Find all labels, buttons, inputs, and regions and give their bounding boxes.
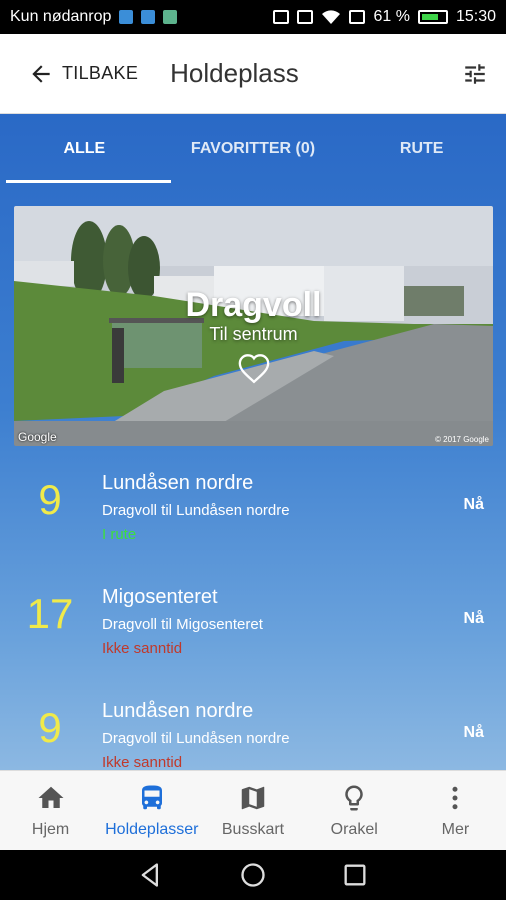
- notification-icon: [119, 10, 134, 24]
- nav-label: Orakel: [330, 820, 378, 838]
- departure-time: Nå: [463, 724, 484, 741]
- nav-holdeplasser[interactable]: Holdeplasser: [101, 771, 202, 850]
- departure-row[interactable]: 17 Migosenteret Dragvoll til Migosentere…: [0, 576, 506, 690]
- vibrate-icon: [297, 10, 314, 24]
- more-vertical-icon: [452, 786, 458, 809]
- departure-time: Nå: [463, 610, 484, 627]
- sim-icon: [349, 10, 366, 24]
- line-number: 17: [26, 590, 74, 637]
- status-bar: Kun nødanrop 61 % 15:30: [0, 0, 506, 34]
- line-number: 9: [38, 476, 62, 523]
- clock: 15:30: [455, 8, 496, 25]
- page-title: Holdeplass: [170, 58, 299, 88]
- departure-row[interactable]: 9 Lundåsen nordre Dragvoll til Lundåsen …: [0, 462, 506, 576]
- tab-favoritter[interactable]: FAVORITTER (0): [169, 114, 338, 184]
- tab-indicator: [6, 180, 171, 183]
- back-button[interactable]: TILBAKE: [28, 61, 138, 87]
- stop-direction: Til sentrum: [209, 324, 298, 344]
- system-recents-icon[interactable]: [341, 861, 369, 889]
- nav-mer[interactable]: Mer: [405, 771, 506, 850]
- departure-status: Ikke sanntid: [102, 754, 183, 770]
- nav-orakel[interactable]: Orakel: [304, 771, 405, 850]
- departure-destination: Lundåsen nordre: [102, 472, 254, 494]
- battery-percent: 61 %: [373, 8, 410, 25]
- departure-destination: Lundåsen nordre: [102, 700, 254, 722]
- departure-route: Dragvoll til Lundåsen nordre: [102, 502, 290, 519]
- departure-route: Dragvoll til Migosenteret: [102, 616, 263, 633]
- nav-hjem[interactable]: Hjem: [0, 771, 101, 850]
- departure-status: I rute: [102, 526, 137, 543]
- lightbulb-icon: [345, 785, 363, 810]
- nav-label: Mer: [441, 820, 470, 838]
- nav-busskart[interactable]: Busskart: [202, 771, 303, 850]
- map-icon: [241, 786, 265, 809]
- nav-label: Hjem: [31, 820, 70, 838]
- line-number: 9: [38, 704, 62, 751]
- system-back-icon[interactable]: [137, 861, 165, 889]
- system-home-icon[interactable]: [239, 861, 267, 889]
- arrow-back-icon: [32, 64, 50, 83]
- nav-label: Holdeplasser: [105, 820, 199, 838]
- stop-overlay: Dragvoll Til sentrum: [14, 286, 493, 388]
- stop-card[interactable]: Dragvoll Til sentrum Google © 2017 Googl…: [14, 206, 493, 446]
- departure-status: Ikke sanntid: [102, 640, 183, 657]
- gallery-icon: [163, 10, 178, 24]
- system-navigation: [0, 850, 506, 900]
- wifi-icon: [322, 10, 341, 24]
- nav-label: Busskart: [221, 820, 285, 838]
- tune-icon[interactable]: [462, 61, 488, 87]
- bottom-navigation: Hjem Holdeplasser Busskart Orakel Mer: [0, 770, 506, 850]
- app-bar: TILBAKE Holdeplass: [0, 34, 506, 114]
- bus-icon: [141, 785, 162, 809]
- stop-name: Dragvoll: [185, 286, 322, 324]
- back-label: TILBAKE: [62, 63, 139, 83]
- tab-alle[interactable]: ALLE: [0, 114, 169, 184]
- carrier-text: Kun nødanrop: [10, 8, 112, 25]
- battery-icon: [417, 10, 448, 24]
- tab-rute[interactable]: RUTE: [337, 114, 506, 184]
- copyright-text: © 2017 Google: [435, 435, 489, 444]
- heart-outline-icon[interactable]: [231, 348, 277, 388]
- nfc-icon: [273, 10, 290, 24]
- departure-time: Nå: [463, 496, 484, 513]
- google-logo: Google: [18, 430, 57, 444]
- departure-row[interactable]: 9 Lundåsen nordre Dragvoll til Lundåsen …: [0, 690, 506, 770]
- content-area: ALLE FAVORITTER (0) RUTE Dragvoll Til se…: [0, 114, 506, 770]
- notification-icon: [141, 10, 156, 24]
- departure-route: Dragvoll til Lundåsen nordre: [102, 730, 290, 747]
- home-icon: [38, 786, 64, 808]
- tab-bar: ALLE FAVORITTER (0) RUTE: [0, 114, 506, 184]
- departure-destination: Migosenteret: [102, 586, 218, 608]
